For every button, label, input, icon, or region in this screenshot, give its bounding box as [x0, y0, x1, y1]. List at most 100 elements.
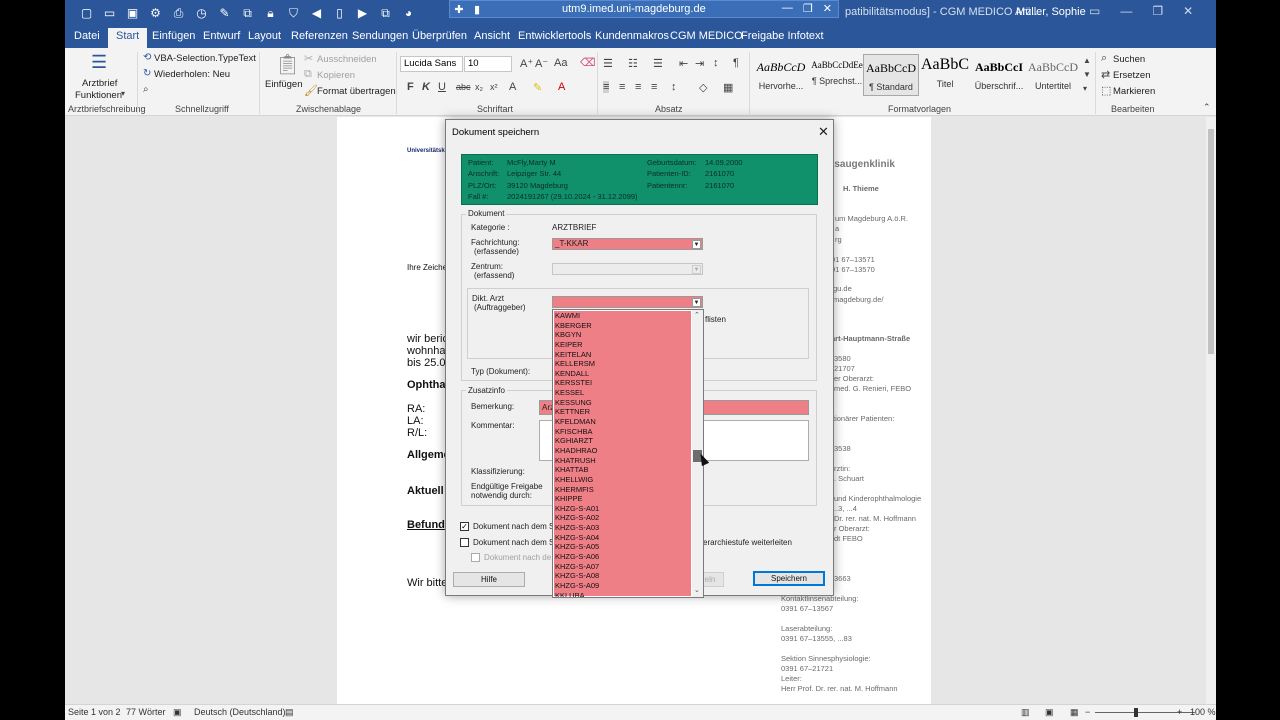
- pin-icon[interactable]: ✚: [450, 3, 468, 16]
- back-icon[interactable]: ◀: [307, 4, 326, 22]
- grow-font-icon[interactable]: A⁺: [520, 57, 533, 70]
- markieren-button[interactable]: Markieren: [1113, 86, 1155, 97]
- tab-datei[interactable]: Datei: [74, 30, 100, 42]
- strikethrough-icon[interactable]: abc: [456, 82, 471, 92]
- minimize-icon[interactable]: —: [1120, 4, 1132, 18]
- zoom-level[interactable]: 100 %: [1190, 707, 1216, 717]
- checkbox-1[interactable]: ✓: [460, 522, 469, 531]
- align-right-icon[interactable]: ≡: [635, 81, 641, 93]
- dropdown-item[interactable]: KHZG-S-A08: [554, 571, 691, 581]
- lock-icon[interactable]: 🔒︎: [261, 4, 280, 22]
- style-untertitel[interactable]: AaBbCcD Untertitel: [1025, 54, 1081, 96]
- underline-icon[interactable]: U: [438, 81, 446, 93]
- highlight-icon[interactable]: ✎: [533, 81, 542, 94]
- pilcrow-icon[interactable]: ¶: [733, 57, 739, 69]
- word-count[interactable]: 77 Wörter: [126, 707, 166, 717]
- dropdown-item[interactable]: KHERMFIS: [554, 485, 691, 495]
- tab-entwurf[interactable]: Entwurf: [203, 30, 240, 42]
- new-document-icon[interactable]: ▢: [77, 4, 96, 22]
- chevron-down-icon[interactable]: ▼: [692, 240, 701, 249]
- styles-more-icon[interactable]: ▾: [1083, 84, 1087, 93]
- chevron-down-icon[interactable]: ▼: [692, 298, 701, 307]
- dropdown-item[interactable]: KHZG-S-A04: [554, 533, 691, 543]
- page-icon[interactable]: ▯: [330, 4, 349, 22]
- style-ueberschrift[interactable]: AaBbCcI Überschrif...: [971, 54, 1027, 96]
- dropdown-item[interactable]: KFELDMAN: [554, 417, 691, 427]
- maximize-icon[interactable]: ❐: [1152, 4, 1163, 18]
- dropdown-item[interactable]: KHADHRAO: [554, 446, 691, 456]
- clear-format-icon[interactable]: ⌫: [580, 56, 596, 69]
- italic-icon[interactable]: K: [422, 81, 430, 93]
- user-name[interactable]: Müller, Sophie: [1016, 6, 1086, 18]
- dropdown-item[interactable]: KKLUBA: [554, 591, 691, 597]
- dropdown-item[interactable]: KEIPER: [554, 340, 691, 350]
- bold-icon[interactable]: F: [407, 81, 414, 93]
- dropdown-item[interactable]: KHZG-S-A03: [554, 523, 691, 533]
- dropdown-item[interactable]: KHZG-S-A09: [554, 581, 691, 591]
- suchen-button[interactable]: Suchen: [1113, 54, 1145, 65]
- print-layout-icon[interactable]: ▣: [1045, 707, 1054, 718]
- dropdown-item[interactable]: KBERGER: [554, 321, 691, 331]
- arztbrief-icon[interactable]: ☰: [91, 52, 107, 73]
- subscript-icon[interactable]: x₂: [475, 82, 483, 92]
- justify-icon[interactable]: ≡: [651, 81, 657, 93]
- dropdown-item[interactable]: KETTNER: [554, 407, 691, 417]
- arztbrief-label[interactable]: Arztbrief: [82, 78, 117, 89]
- multilevel-list-icon[interactable]: ☰: [653, 57, 663, 70]
- line-spacing-icon[interactable]: ↕: [671, 81, 677, 93]
- align-left-icon[interactable]: ≡: [603, 81, 610, 93]
- tab-referenzen[interactable]: Referenzen: [291, 30, 348, 42]
- dropdown-item[interactable]: KHELLWIG: [554, 475, 691, 485]
- decrease-indent-icon[interactable]: ⇤: [679, 57, 688, 70]
- dropdown-item[interactable]: KFISCHBA: [554, 427, 691, 437]
- style-titel[interactable]: AaBbC Titel: [917, 54, 973, 96]
- ribbon-options-icon[interactable]: ▭: [1089, 4, 1100, 18]
- zentrum-select[interactable]: ▼: [552, 263, 703, 275]
- close-icon[interactable]: ✕: [818, 124, 829, 140]
- kopieren-button[interactable]: Kopieren: [317, 70, 355, 81]
- tab-entwicklertools[interactable]: Entwicklertools: [518, 30, 591, 42]
- close-icon[interactable]: ✕: [1183, 4, 1193, 18]
- forward-icon[interactable]: ▶: [353, 4, 372, 22]
- language[interactable]: Deutsch (Deutschland): [194, 707, 286, 717]
- tab-kundenmakros[interactable]: Kundenmakros: [595, 30, 669, 42]
- page-count[interactable]: Seite 1 von 2: [68, 707, 121, 717]
- save-icon[interactable]: ▣: [123, 4, 142, 22]
- tab-start[interactable]: Start: [108, 28, 148, 48]
- checkbox-2[interactable]: [460, 538, 469, 547]
- macro-icon[interactable]: ⚙: [146, 4, 165, 22]
- macro-record-icon[interactable]: ▤: [285, 707, 294, 718]
- search-small-icon[interactable]: ⌕: [143, 84, 149, 95]
- text-effects-icon[interactable]: A: [509, 81, 516, 93]
- dropdown-item[interactable]: KHATRUSH: [554, 456, 691, 466]
- layout-icon[interactable]: ⧉: [376, 4, 395, 22]
- edit-icon[interactable]: ✎: [215, 4, 234, 22]
- numbering-icon[interactable]: ☷: [628, 57, 638, 70]
- scrollbar-thumb[interactable]: [1208, 129, 1214, 354]
- format-uebertragen-button[interactable]: Format übertragen: [317, 86, 396, 97]
- sort-icon[interactable]: ↕: [713, 57, 719, 69]
- dropdown-item[interactable]: KHZG-S-A07: [554, 562, 691, 572]
- paste-icon[interactable]: 📋︎: [275, 52, 300, 77]
- proofing-icon[interactable]: ▣: [173, 707, 182, 718]
- dropdown-item[interactable]: KHATTAB: [554, 465, 691, 475]
- superscript-icon[interactable]: x²: [490, 82, 498, 92]
- funktionen-dropdown[interactable]: Funktionen: [75, 90, 122, 101]
- style-hervorhebung[interactable]: AaBbCcD Hervorhe...: [753, 54, 809, 96]
- history-icon[interactable]: ◷: [192, 4, 211, 22]
- read-mode-icon[interactable]: ▥: [1021, 707, 1030, 718]
- styles-scroll-down-icon[interactable]: ▼: [1083, 70, 1091, 79]
- shield-icon[interactable]: ⛉: [284, 4, 303, 22]
- shrink-font-icon[interactable]: A⁻: [535, 57, 548, 70]
- zoom-slider-knob[interactable]: [1134, 708, 1138, 717]
- styles-scroll-up-icon[interactable]: ▲: [1083, 56, 1091, 65]
- chevron-down-icon[interactable]: ▼: [692, 265, 701, 274]
- tab-ueberpruefen[interactable]: Überprüfen: [412, 30, 467, 42]
- zoom-out-icon[interactable]: −: [1085, 707, 1090, 717]
- document-scrollbar[interactable]: [1206, 117, 1216, 704]
- web-layout-icon[interactable]: ▦: [1070, 707, 1079, 718]
- dropdown-item[interactable]: KELLERSM: [554, 359, 691, 369]
- font-size-combo[interactable]: 10: [464, 56, 512, 72]
- dikt-arzt-select[interactable]: ▼: [552, 296, 703, 308]
- pie-icon[interactable]: ◕: [399, 4, 418, 22]
